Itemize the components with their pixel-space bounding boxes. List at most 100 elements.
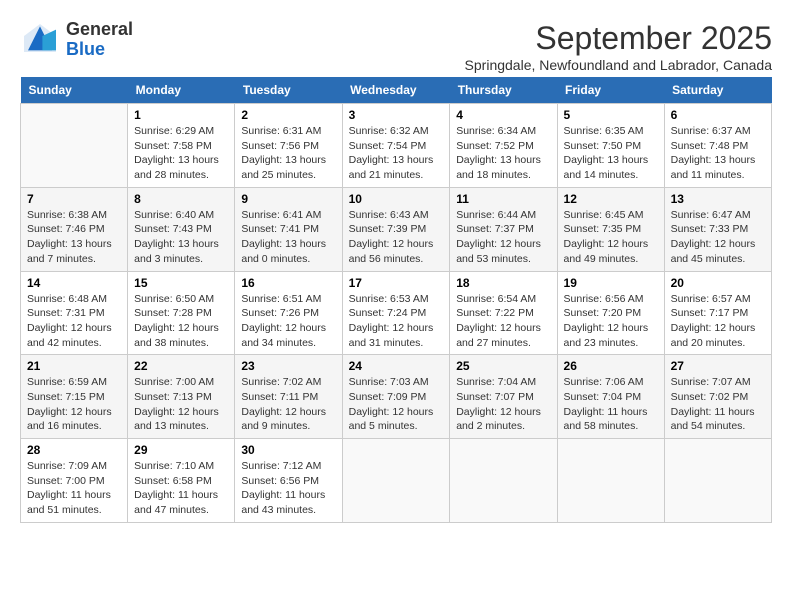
day-number: 25 <box>456 359 550 373</box>
day-number: 19 <box>564 276 658 290</box>
day-number: 6 <box>671 108 765 122</box>
calendar-cell: 16Sunrise: 6:51 AMSunset: 7:26 PMDayligh… <box>235 271 342 355</box>
calendar-week-3: 14 Sunrise: 6:48 AMSunset: 7:31 PMDayligh… <box>21 271 772 355</box>
calendar-cell: 29 Sunrise: 7:10 AMSunset: 6:58 PMDayligh… <box>128 439 235 523</box>
calendar-cell: 4 Sunrise: 6:34 AMSunset: 7:52 PMDaylight… <box>450 104 557 188</box>
day-info: Sunrise: 7:12 AMSunset: 6:56 PMDaylight:… <box>241 459 335 518</box>
day-number: 22 <box>134 359 228 373</box>
logo-icon <box>20 20 60 60</box>
header-day-sunday: Sunday <box>21 77 128 104</box>
day-number: 7 <box>27 192 121 206</box>
day-info: Sunrise: 6:31 AMSunset: 7:56 PMDaylight:… <box>241 124 335 183</box>
calendar-cell: 27Sunrise: 7:07 AMSunset: 7:02 PMDayligh… <box>664 355 771 439</box>
day-info: Sunrise: 7:00 AMSunset: 7:13 PMDaylight:… <box>134 375 228 434</box>
day-number: 14 <box>27 276 121 290</box>
day-info: Sunrise: 6:44 AMSunset: 7:37 PMDaylight:… <box>456 208 550 267</box>
calendar-body: 1 Sunrise: 6:29 AMSunset: 7:58 PMDaylight… <box>21 104 772 523</box>
header-day-wednesday: Wednesday <box>342 77 450 104</box>
day-info: Sunrise: 7:10 AMSunset: 6:58 PMDaylight:… <box>134 459 228 518</box>
header-day-friday: Friday <box>557 77 664 104</box>
day-number: 23 <box>241 359 335 373</box>
calendar-cell: 10Sunrise: 6:43 AMSunset: 7:39 PMDayligh… <box>342 187 450 271</box>
day-number: 11 <box>456 192 550 206</box>
day-number: 3 <box>349 108 444 122</box>
day-info: Sunrise: 6:57 AMSunset: 7:17 PMDaylight:… <box>671 292 765 351</box>
calendar-cell: 6 Sunrise: 6:37 AMSunset: 7:48 PMDaylight… <box>664 104 771 188</box>
day-number: 26 <box>564 359 658 373</box>
day-number: 29 <box>134 443 228 457</box>
day-number: 28 <box>27 443 121 457</box>
page-header: General Blue September 2025 Springdale, … <box>20 20 772 73</box>
calendar-cell: 1 Sunrise: 6:29 AMSunset: 7:58 PMDaylight… <box>128 104 235 188</box>
day-info: Sunrise: 6:50 AMSunset: 7:28 PMDaylight:… <box>134 292 228 351</box>
calendar-cell: 17 Sunrise: 6:53 AMSunset: 7:24 PMDayligh… <box>342 271 450 355</box>
calendar-week-1: 1 Sunrise: 6:29 AMSunset: 7:58 PMDaylight… <box>21 104 772 188</box>
day-info: Sunrise: 6:56 AMSunset: 7:20 PMDaylight:… <box>564 292 658 351</box>
calendar-cell <box>557 439 664 523</box>
calendar-cell <box>450 439 557 523</box>
calendar-header-row: SundayMondayTuesdayWednesdayThursdayFrid… <box>21 77 772 104</box>
calendar-cell: 9 Sunrise: 6:41 AMSunset: 7:41 PMDaylight… <box>235 187 342 271</box>
day-number: 21 <box>27 359 121 373</box>
day-info: Sunrise: 6:54 AMSunset: 7:22 PMDaylight:… <box>456 292 550 351</box>
day-number: 17 <box>349 276 444 290</box>
calendar-cell: 26 Sunrise: 7:06 AMSunset: 7:04 PMDayligh… <box>557 355 664 439</box>
day-info: Sunrise: 6:38 AMSunset: 7:46 PMDaylight:… <box>27 208 121 267</box>
day-number: 4 <box>456 108 550 122</box>
day-number: 20 <box>671 276 765 290</box>
day-info: Sunrise: 6:29 AMSunset: 7:58 PMDaylight:… <box>134 124 228 183</box>
calendar-cell: 13 Sunrise: 6:47 AMSunset: 7:33 PMDayligh… <box>664 187 771 271</box>
calendar-cell: 25 Sunrise: 7:04 AMSunset: 7:07 PMDayligh… <box>450 355 557 439</box>
day-number: 5 <box>564 108 658 122</box>
day-info: Sunrise: 6:53 AMSunset: 7:24 PMDaylight:… <box>349 292 444 351</box>
subtitle: Springdale, Newfoundland and Labrador, C… <box>465 57 772 73</box>
day-info: Sunrise: 7:09 AMSunset: 7:00 PMDaylight:… <box>27 459 121 518</box>
calendar-cell: 20 Sunrise: 6:57 AMSunset: 7:17 PMDayligh… <box>664 271 771 355</box>
day-number: 12 <box>564 192 658 206</box>
header-day-thursday: Thursday <box>450 77 557 104</box>
calendar-cell: 18 Sunrise: 6:54 AMSunset: 7:22 PMDayligh… <box>450 271 557 355</box>
calendar-cell: 2 Sunrise: 6:31 AMSunset: 7:56 PMDaylight… <box>235 104 342 188</box>
day-info: Sunrise: 6:35 AMSunset: 7:50 PMDaylight:… <box>564 124 658 183</box>
day-info: Sunrise: 6:59 AMSunset: 7:15 PMDaylight:… <box>27 375 121 434</box>
calendar-cell: 12 Sunrise: 6:45 AMSunset: 7:35 PMDayligh… <box>557 187 664 271</box>
day-number: 16 <box>241 276 335 290</box>
day-number: 9 <box>241 192 335 206</box>
day-number: 2 <box>241 108 335 122</box>
day-info: Sunrise: 7:03 AMSunset: 7:09 PMDaylight:… <box>349 375 444 434</box>
calendar-cell <box>21 104 128 188</box>
day-number: 13 <box>671 192 765 206</box>
calendar-cell: 8 Sunrise: 6:40 AMSunset: 7:43 PMDaylight… <box>128 187 235 271</box>
day-info: Sunrise: 6:45 AMSunset: 7:35 PMDaylight:… <box>564 208 658 267</box>
title-block: September 2025 Springdale, Newfoundland … <box>465 20 772 73</box>
calendar-cell: 23 Sunrise: 7:02 AMSunset: 7:11 PMDayligh… <box>235 355 342 439</box>
day-info: Sunrise: 6:41 AMSunset: 7:41 PMDaylight:… <box>241 208 335 267</box>
calendar-cell: 14 Sunrise: 6:48 AMSunset: 7:31 PMDayligh… <box>21 271 128 355</box>
calendar-cell: 28 Sunrise: 7:09 AMSunset: 7:00 PMDayligh… <box>21 439 128 523</box>
day-number: 8 <box>134 192 228 206</box>
day-info: Sunrise: 6:47 AMSunset: 7:33 PMDaylight:… <box>671 208 765 267</box>
calendar-cell: 22 Sunrise: 7:00 AMSunset: 7:13 PMDayligh… <box>128 355 235 439</box>
calendar-week-2: 7 Sunrise: 6:38 AMSunset: 7:46 PMDaylight… <box>21 187 772 271</box>
calendar-cell: 15 Sunrise: 6:50 AMSunset: 7:28 PMDayligh… <box>128 271 235 355</box>
day-info: Sunrise: 6:37 AMSunset: 7:48 PMDaylight:… <box>671 124 765 183</box>
header-day-saturday: Saturday <box>664 77 771 104</box>
logo-text: General Blue <box>66 20 133 60</box>
day-info: Sunrise: 6:48 AMSunset: 7:31 PMDaylight:… <box>27 292 121 351</box>
day-number: 1 <box>134 108 228 122</box>
day-info: Sunrise: 7:04 AMSunset: 7:07 PMDaylight:… <box>456 375 550 434</box>
day-number: 30 <box>241 443 335 457</box>
calendar-table: SundayMondayTuesdayWednesdayThursdayFrid… <box>20 77 772 523</box>
day-number: 15 <box>134 276 228 290</box>
calendar-week-5: 28 Sunrise: 7:09 AMSunset: 7:00 PMDayligh… <box>21 439 772 523</box>
day-number: 18 <box>456 276 550 290</box>
day-info: Sunrise: 7:02 AMSunset: 7:11 PMDaylight:… <box>241 375 335 434</box>
day-info: Sunrise: 7:07 AMSunset: 7:02 PMDaylight:… <box>671 375 765 434</box>
day-info: Sunrise: 6:40 AMSunset: 7:43 PMDaylight:… <box>134 208 228 267</box>
day-info: Sunrise: 6:34 AMSunset: 7:52 PMDaylight:… <box>456 124 550 183</box>
calendar-cell: 19 Sunrise: 6:56 AMSunset: 7:20 PMDayligh… <box>557 271 664 355</box>
calendar-cell <box>664 439 771 523</box>
day-info: Sunrise: 7:06 AMSunset: 7:04 PMDaylight:… <box>564 375 658 434</box>
calendar-cell: 21 Sunrise: 6:59 AMSunset: 7:15 PMDayligh… <box>21 355 128 439</box>
calendar-cell: 3Sunrise: 6:32 AMSunset: 7:54 PMDaylight… <box>342 104 450 188</box>
